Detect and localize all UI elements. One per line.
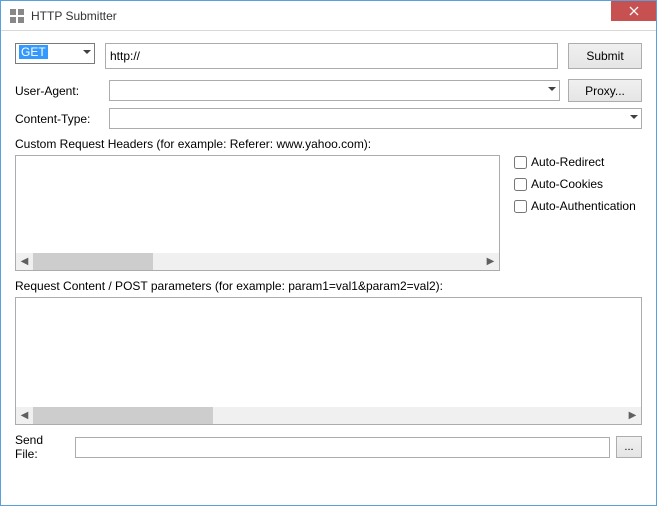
content-type-combo[interactable] <box>109 108 642 129</box>
scroll-thumb[interactable] <box>33 253 153 270</box>
user-agent-combo[interactable] <box>109 80 560 101</box>
send-file-input[interactable] <box>75 437 610 458</box>
custom-headers-textarea[interactable]: ◀ ▶ <box>15 155 500 271</box>
chevron-down-icon <box>83 50 91 54</box>
request-content-label: Request Content / POST parameters (for e… <box>15 279 642 293</box>
auto-auth-check[interactable]: Auto-Authentication <box>514 199 642 213</box>
window-title: HTTP Submitter <box>31 9 117 23</box>
scrollbar-horizontal[interactable]: ◀ ▶ <box>16 253 499 270</box>
auto-redirect-checkbox[interactable] <box>514 156 527 169</box>
auto-redirect-check[interactable]: Auto-Redirect <box>514 155 642 169</box>
close-icon <box>629 6 639 16</box>
method-select[interactable]: GET <box>15 43 95 64</box>
scroll-thumb[interactable] <box>33 407 213 424</box>
content-area: GET Submit User-Agent: Proxy... Content-… <box>1 31 656 471</box>
scroll-left-icon[interactable]: ◀ <box>16 407 33 424</box>
request-content-textarea[interactable]: ◀ ▶ <box>15 297 642 425</box>
content-type-label: Content-Type: <box>15 112 101 126</box>
browse-button[interactable]: ... <box>616 436 642 458</box>
auto-cookies-label: Auto-Cookies <box>531 177 603 191</box>
scroll-track[interactable] <box>33 253 482 270</box>
close-button[interactable] <box>611 1 656 21</box>
scroll-left-icon[interactable]: ◀ <box>16 253 33 270</box>
scroll-right-icon[interactable]: ▶ <box>482 253 499 270</box>
options-panel: Auto-Redirect Auto-Cookies Auto-Authenti… <box>514 155 642 271</box>
app-icon <box>9 8 25 24</box>
scroll-track[interactable] <box>33 407 624 424</box>
proxy-button[interactable]: Proxy... <box>568 79 642 102</box>
submit-button[interactable]: Submit <box>568 43 642 69</box>
url-input[interactable] <box>105 43 558 69</box>
auto-cookies-check[interactable]: Auto-Cookies <box>514 177 642 191</box>
chevron-down-icon <box>548 87 556 91</box>
user-agent-label: User-Agent: <box>15 84 101 98</box>
custom-headers-label: Custom Request Headers (for example: Ref… <box>15 137 642 151</box>
scroll-right-icon[interactable]: ▶ <box>624 407 641 424</box>
auto-cookies-checkbox[interactable] <box>514 178 527 191</box>
send-file-label: Send File: <box>15 433 69 461</box>
titlebar: HTTP Submitter <box>1 1 656 31</box>
auto-auth-label: Auto-Authentication <box>531 199 636 213</box>
scrollbar-horizontal[interactable]: ◀ ▶ <box>16 407 641 424</box>
method-selected: GET <box>19 45 48 59</box>
auto-auth-checkbox[interactable] <box>514 200 527 213</box>
chevron-down-icon <box>630 115 638 119</box>
auto-redirect-label: Auto-Redirect <box>531 155 604 169</box>
